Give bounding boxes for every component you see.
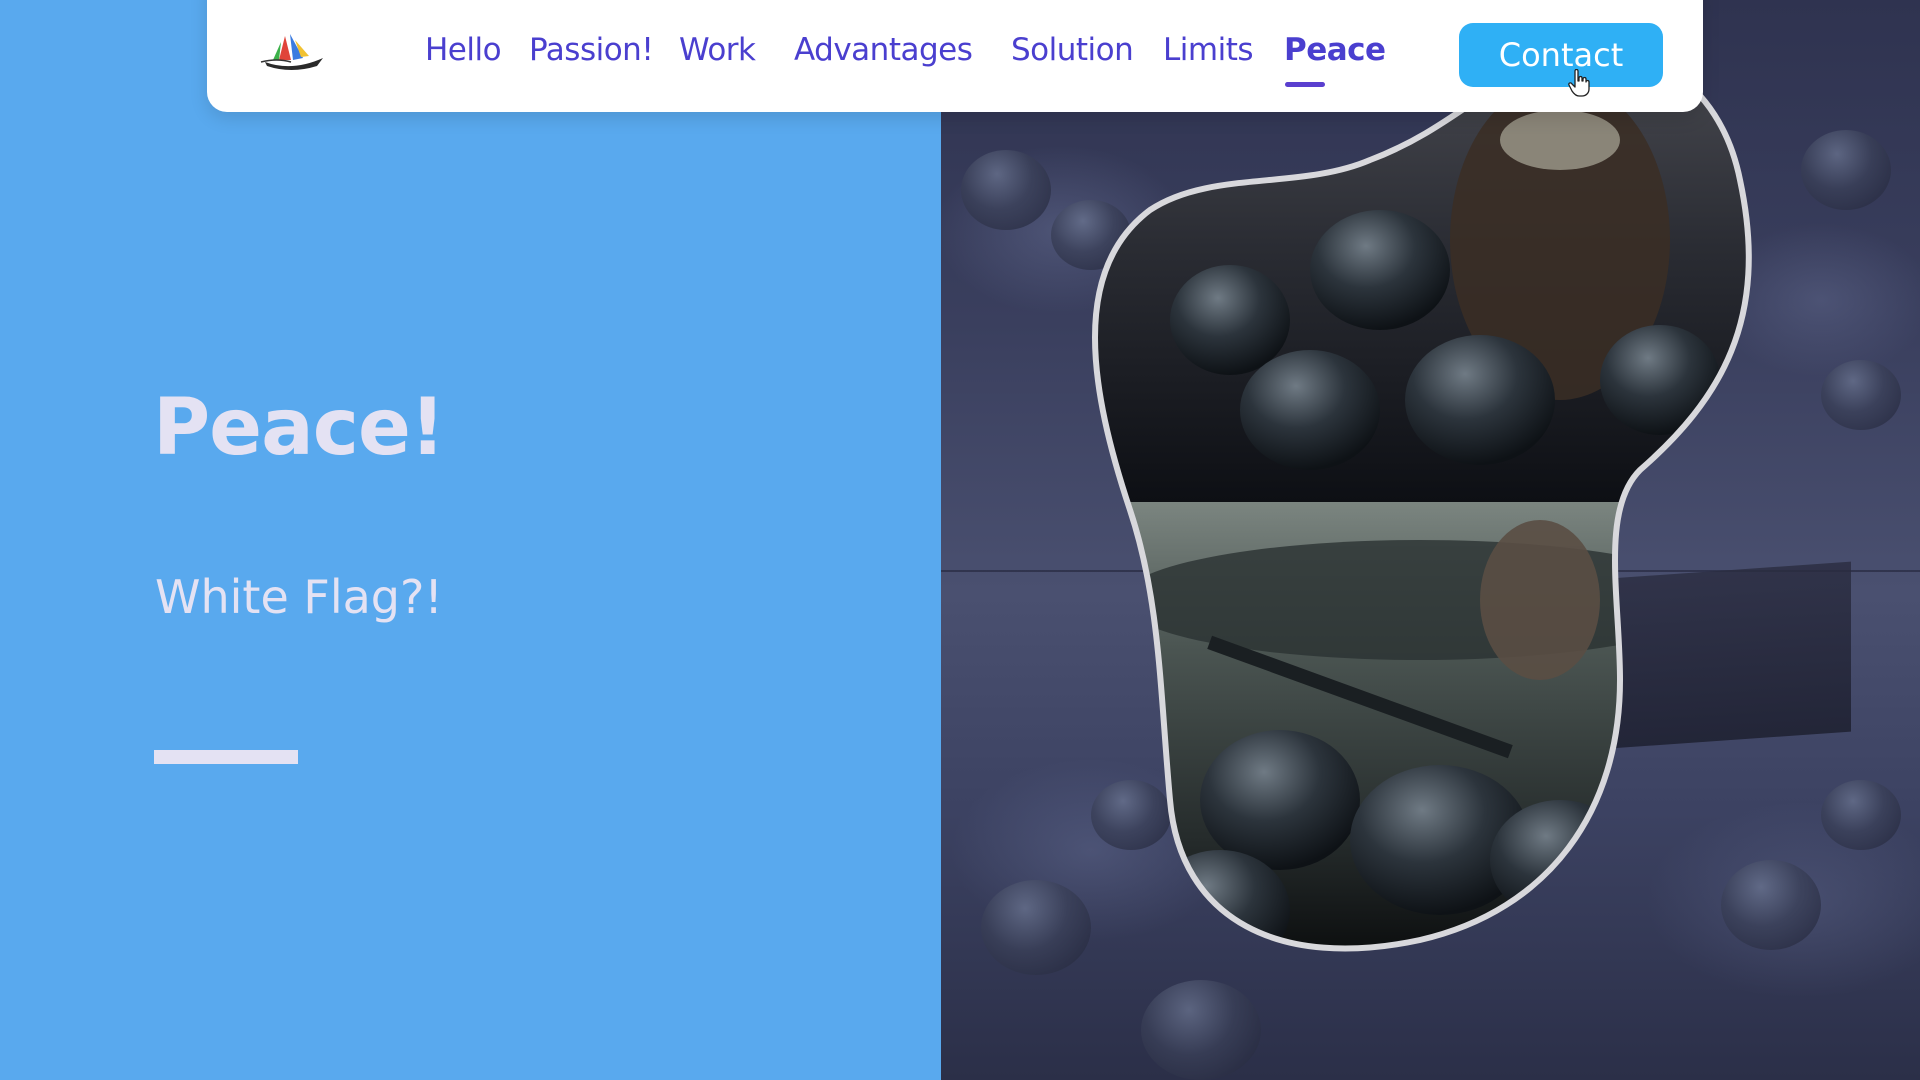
nav-link-limits[interactable]: Limits <box>1163 32 1254 68</box>
nav-link-peace[interactable]: Peace <box>1284 32 1386 68</box>
hand-pointer-icon <box>1568 68 1590 97</box>
hero-divider <box>154 750 298 764</box>
hero-title: Peace! <box>153 383 445 473</box>
nav-link-solution[interactable]: Solution <box>1011 32 1134 68</box>
top-navigation-bar: Hello Passion! Work Advantages Solution … <box>207 0 1703 112</box>
nav-link-work[interactable]: Work <box>679 32 756 68</box>
active-nav-indicator <box>1285 82 1325 87</box>
page: Hello Passion! Work Advantages Solution … <box>0 0 1920 1080</box>
nav-link-passion[interactable]: Passion! <box>529 32 654 68</box>
framed-viking-image <box>1080 40 1800 985</box>
hero-subtitle: White Flag?! <box>155 570 443 624</box>
nav-link-advantages[interactable]: Advantages <box>794 32 973 68</box>
contact-button[interactable]: Contact <box>1459 23 1663 87</box>
nav-link-hello[interactable]: Hello <box>425 32 502 68</box>
